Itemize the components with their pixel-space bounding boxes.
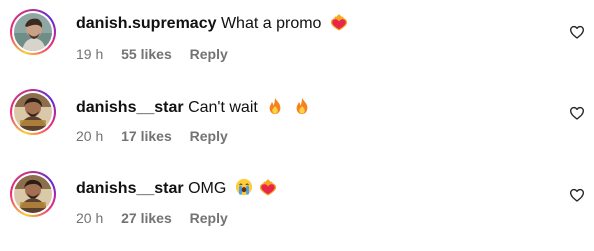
avatar-image — [14, 93, 52, 131]
comment-timestamp: 20 h — [76, 210, 104, 226]
fire-emoji-icon — [266, 97, 284, 115]
comment-item: danishs__star OMG 20 h 27 likes Reply — [0, 166, 594, 246]
fire-emoji-icon — [293, 97, 311, 115]
like-heart-icon[interactable] — [569, 24, 585, 40]
loudly-crying-face-emoji-icon — [235, 178, 253, 196]
comment-likes-count[interactable]: 27 likes — [121, 210, 172, 226]
avatar[interactable] — [10, 9, 56, 55]
avatar[interactable] — [10, 89, 56, 135]
comment-item: danishs__star Can't wait 20 h 17 likes R… — [0, 84, 594, 164]
comment-timestamp: 19 h — [76, 46, 104, 62]
heart-on-fire-emoji-icon — [259, 178, 277, 196]
like-heart-icon[interactable] — [569, 105, 585, 121]
comment-text: OMG — [188, 180, 227, 197]
comment-text: What a promo — [220, 15, 322, 32]
comment-username[interactable]: danishs__star — [76, 180, 184, 197]
comment-timestamp: 20 h — [76, 128, 104, 144]
like-heart-icon[interactable] — [569, 187, 585, 203]
comment-likes-count[interactable]: 17 likes — [121, 128, 172, 144]
comment-item: danish.supremacy What a promo 19 h 55 li… — [0, 0, 594, 80]
comment-text: Can't wait — [188, 99, 258, 116]
avatar-image — [14, 13, 52, 51]
comment-username[interactable]: danish.supremacy — [76, 15, 217, 32]
comment-likes-count[interactable]: 55 likes — [121, 46, 172, 62]
reply-button[interactable]: Reply — [190, 210, 228, 226]
reply-button[interactable]: Reply — [190, 46, 228, 62]
heart-on-fire-emoji-icon — [330, 13, 348, 31]
comment-username[interactable]: danishs__star — [76, 99, 184, 116]
reply-button[interactable]: Reply — [190, 128, 228, 144]
avatar-image — [14, 175, 52, 213]
avatar[interactable] — [10, 171, 56, 217]
